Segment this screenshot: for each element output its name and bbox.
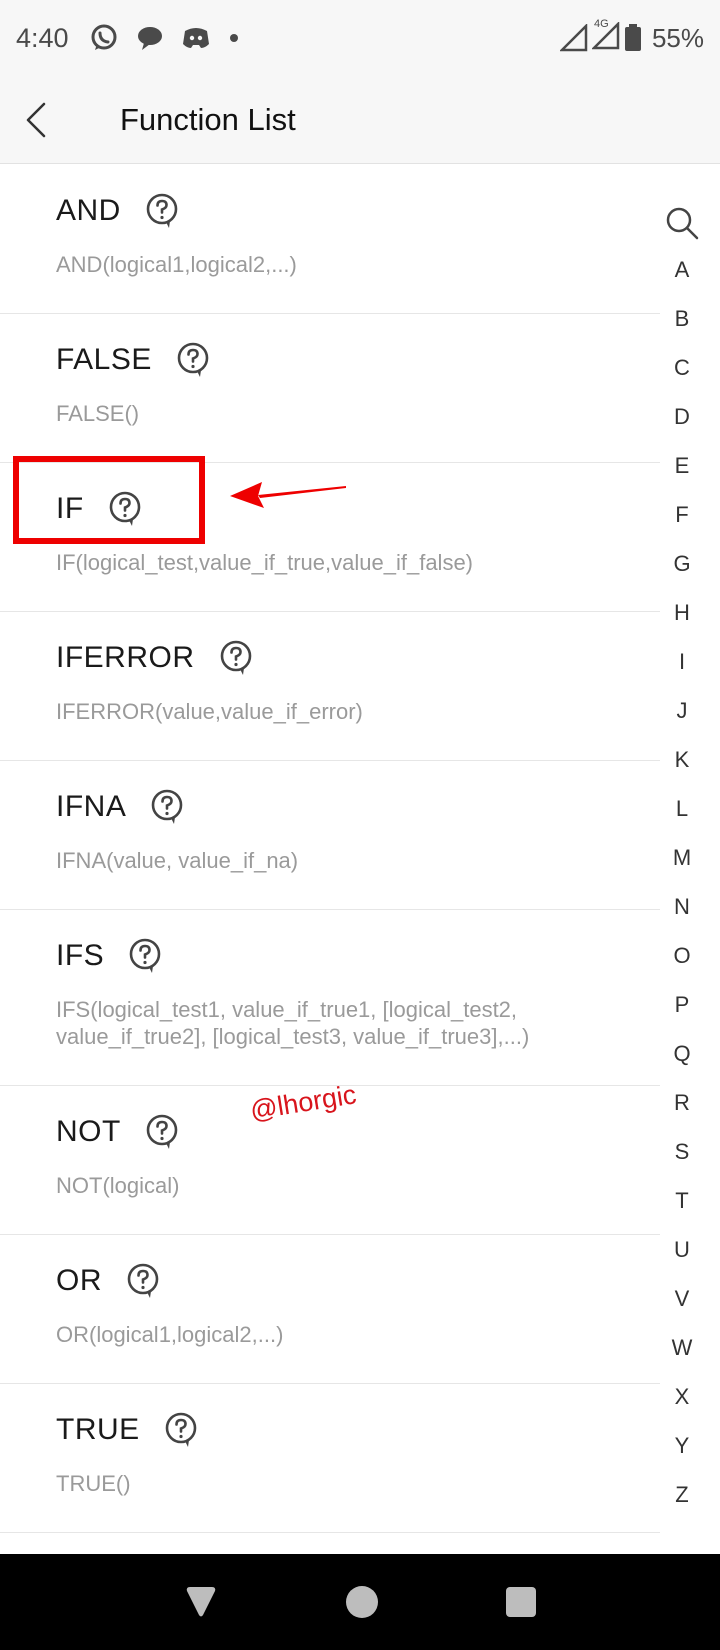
index-letter-y[interactable]: Y — [660, 1421, 704, 1470]
alphabet-index: A B C D E F G H I J K L M N O P Q R S T … — [660, 205, 704, 1519]
circle-home-icon[interactable] — [344, 1584, 380, 1620]
list-item-or[interactable]: OR OR(logical1,logical2,...) — [0, 1235, 660, 1384]
index-letter-q[interactable]: Q — [660, 1029, 704, 1078]
app-bar: Function List — [0, 76, 720, 164]
function-syntax: NOT(logical) — [56, 1173, 180, 1198]
function-name: AND — [56, 194, 121, 227]
square-recents-icon[interactable] — [505, 1586, 537, 1618]
index-letter-b[interactable]: B — [660, 294, 704, 343]
navigation-bar — [0, 1554, 720, 1650]
index-letter-w[interactable]: W — [660, 1323, 704, 1372]
index-letter-d[interactable]: D — [660, 392, 704, 441]
arrow-annotation — [230, 482, 346, 508]
highlight-box — [13, 456, 205, 544]
function-name: IFERROR — [56, 641, 195, 674]
help-icon[interactable] — [150, 789, 184, 825]
index-letter-v[interactable]: V — [660, 1274, 704, 1323]
index-letter-c[interactable]: C — [660, 343, 704, 392]
function-syntax: IF(logical_test,value_if_true,value_if_f… — [56, 550, 474, 575]
list-item-true[interactable]: TRUE TRUE() — [0, 1384, 660, 1533]
index-letter-h[interactable]: H — [660, 588, 704, 637]
index-letter-e[interactable]: E — [660, 441, 704, 490]
list-item-and[interactable]: AND AND(logical1,logical2,...) — [0, 165, 660, 314]
page-title: Function List — [120, 101, 296, 137]
function-list: AND AND(logical1,logical2,...) FALSE FAL… — [0, 165, 660, 1533]
index-letter-z[interactable]: Z — [660, 1470, 704, 1519]
battery-percent: 55% — [651, 22, 704, 53]
function-syntax: FALSE() — [56, 401, 140, 426]
index-letter-f[interactable]: F — [660, 490, 704, 539]
index-letter-n[interactable]: N — [660, 882, 704, 931]
function-name: IFS — [56, 939, 105, 972]
index-letter-t[interactable]: T — [660, 1176, 704, 1225]
signal-icon — [559, 24, 588, 52]
function-name: OR — [56, 1264, 102, 1297]
function-syntax: IFNA(value, value_if_na) — [56, 848, 299, 873]
help-icon[interactable] — [126, 1263, 160, 1299]
index-letter-k[interactable]: K — [660, 735, 704, 784]
discord-icon — [182, 28, 209, 48]
index-letter-s[interactable]: S — [660, 1127, 704, 1176]
index-letter-u[interactable]: U — [660, 1225, 704, 1274]
function-syntax: AND(logical1,logical2,...) — [56, 252, 297, 277]
function-name: TRUE — [56, 1413, 140, 1446]
battery-icon — [624, 24, 641, 51]
help-icon[interactable] — [219, 640, 253, 676]
index-letter-g[interactable]: G — [660, 539, 704, 588]
search-icon[interactable] — [664, 205, 700, 241]
function-name: FALSE — [56, 343, 152, 376]
function-syntax: IFS(logical_test1, value_if_true1, [logi… — [56, 997, 530, 1049]
triangle-back-icon[interactable] — [183, 1585, 219, 1619]
index-letter-p[interactable]: P — [660, 980, 704, 1029]
chat-bubble-icon — [137, 27, 162, 50]
help-icon[interactable] — [176, 342, 210, 378]
status-time: 4:40 — [16, 22, 69, 53]
function-syntax: IFERROR(value,value_if_error) — [56, 699, 363, 724]
function-syntax: TRUE() — [56, 1471, 131, 1496]
status-bar: 4:40 4G 55% — [0, 0, 720, 76]
list-item-ifs[interactable]: IFS IFS(logical_test1, value_if_true1, [… — [0, 910, 660, 1086]
list-item-false[interactable]: FALSE FALSE() — [0, 314, 660, 463]
function-name: NOT — [56, 1115, 121, 1148]
dot-icon — [229, 34, 238, 42]
index-letter-r[interactable]: R — [660, 1078, 704, 1127]
list-item-ifna[interactable]: IFNA IFNA(value, value_if_na) — [0, 761, 660, 910]
index-letter-a[interactable]: A — [660, 245, 704, 294]
list-item-iferror[interactable]: IFERROR IFERROR(value,value_if_error) — [0, 612, 660, 761]
index-letter-o[interactable]: O — [660, 931, 704, 980]
index-letter-j[interactable]: J — [660, 686, 704, 735]
index-letter-i[interactable]: I — [660, 637, 704, 686]
chevron-left-icon — [26, 102, 46, 137]
whatsapp-icon — [91, 24, 117, 50]
help-icon[interactable] — [164, 1412, 198, 1448]
back-button[interactable] — [24, 76, 104, 164]
index-letter-l[interactable]: L — [660, 784, 704, 833]
help-icon[interactable] — [145, 1114, 179, 1150]
index-letter-x[interactable]: X — [660, 1372, 704, 1421]
index-letter-m[interactable]: M — [660, 833, 704, 882]
function-syntax: OR(logical1,logical2,...) — [56, 1322, 284, 1347]
function-name: IFNA — [56, 790, 127, 823]
help-icon[interactable] — [145, 193, 179, 229]
help-icon[interactable] — [128, 938, 162, 974]
network-type: 4G — [593, 17, 609, 30]
